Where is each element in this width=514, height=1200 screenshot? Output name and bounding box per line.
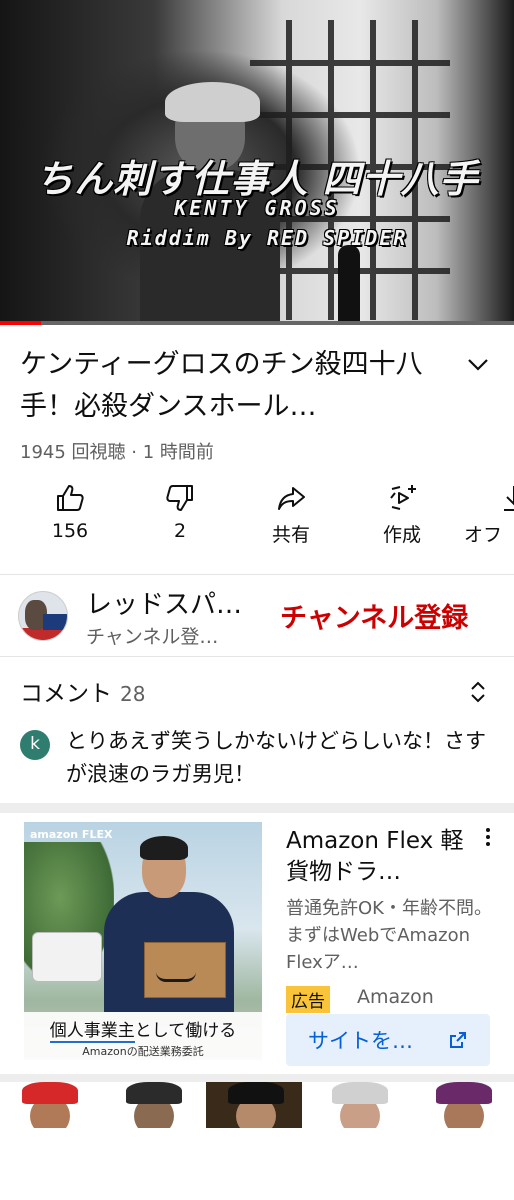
commenter-avatar: k [20, 730, 50, 760]
share-icon [278, 487, 305, 510]
ad-caption-sub: Amazonの配送業務委託 [82, 1045, 204, 1058]
ad-caption-highlight: 個人事業主 [49, 1021, 135, 1043]
top-comment-text[interactable]: とりあえず笑うしかないけどらしいな！さすが浪速のラガ男児！ [66, 725, 496, 791]
van-illustration [32, 932, 102, 982]
visit-site-label: サイトを… [308, 1029, 413, 1053]
download-label: オフ [464, 524, 503, 546]
action-row: 156 2 共有 作成 オフ [0, 480, 514, 560]
visit-site-button[interactable]: サイトを… [286, 1014, 490, 1066]
create-icon [390, 485, 416, 510]
amazon-flex-logo: amazon FLEX [30, 828, 113, 841]
progress-bar[interactable] [0, 321, 514, 325]
view-count: 1945 回視聴 [20, 442, 126, 463]
share-label: 共有 [271, 524, 310, 546]
ad-caption: 個人事業主として働ける Amazonの配送業務委託 [24, 1012, 262, 1060]
video-title[interactable]: ケンティーグロスのチン殺四十八手！必殺ダンスホール… [20, 344, 440, 428]
like-button[interactable]: 156 [20, 480, 120, 560]
ad-caption-rest: として働ける [134, 1021, 237, 1041]
thumbs-down-icon [166, 485, 193, 511]
progress-bar-fill [0, 321, 42, 325]
chevron-down-icon[interactable] [464, 352, 492, 376]
share-button[interactable]: 共有 [241, 480, 341, 560]
download-icon [504, 486, 514, 511]
ad-advertiser: Amazon [357, 986, 434, 1008]
thumbnail[interactable] [104, 1082, 200, 1128]
thumbnail[interactable] [310, 1082, 406, 1128]
open-external-icon [450, 1032, 466, 1048]
subscriber-count: チャンネル登… [86, 626, 219, 648]
comments-heading: コメント [20, 681, 112, 707]
section-separator [0, 803, 514, 813]
expand-icon[interactable] [466, 678, 490, 706]
subscribe-button[interactable]: チャンネル登録 [280, 596, 468, 635]
video-player[interactable]: ちん刺す仕事人 四十八手 KENTY GROSS Riddim By RED S… [0, 0, 514, 325]
dislike-button[interactable]: 2 [130, 480, 230, 560]
download-button[interactable]: オフ [464, 480, 514, 560]
divider [0, 656, 514, 657]
related-thumbnails [0, 1082, 514, 1128]
ad-description: 普通免許OK・年齢不問。まずはWebでAmazon Flexア… [286, 898, 492, 973]
comments-header[interactable]: コメント 28 [20, 674, 145, 708]
comments-count: 28 [120, 682, 146, 706]
ad-badge: 広告 [286, 986, 330, 1013]
more-vert-icon[interactable] [480, 826, 496, 848]
ad-image[interactable]: amazon FLEX 個人事業主として働ける Amazonの配送業務委託 [24, 822, 262, 1060]
ad-title[interactable]: Amazon Flex 軽貨物ドラ… [286, 826, 476, 888]
upload-time: 1 時間前 [142, 442, 214, 463]
create-button[interactable]: 作成 [352, 480, 452, 560]
channel-name[interactable]: レッドスパ… [86, 584, 242, 621]
dislike-count: 2 [173, 520, 187, 542]
thumbnail[interactable] [414, 1082, 510, 1128]
channel-avatar[interactable] [18, 591, 68, 641]
thumbnail[interactable] [206, 1082, 302, 1128]
thumbs-up-icon [57, 485, 84, 511]
divider [0, 574, 514, 575]
like-count: 156 [51, 520, 89, 542]
package-box [144, 942, 226, 998]
create-label: 作成 [382, 524, 421, 546]
meta-separator: · [131, 442, 137, 463]
thumbnail[interactable] [0, 1082, 96, 1128]
microphone-stand [338, 245, 360, 325]
video-overlay-title: ちん刺す仕事人 四十八手 [35, 156, 479, 201]
video-overlay-riddim: Riddim By RED SPIDER [126, 226, 408, 250]
section-separator [0, 1074, 514, 1082]
video-meta: 1945 回視聴 · 1 時間前 [20, 438, 214, 464]
video-overlay-artist: KENTY GROSS [174, 196, 340, 220]
